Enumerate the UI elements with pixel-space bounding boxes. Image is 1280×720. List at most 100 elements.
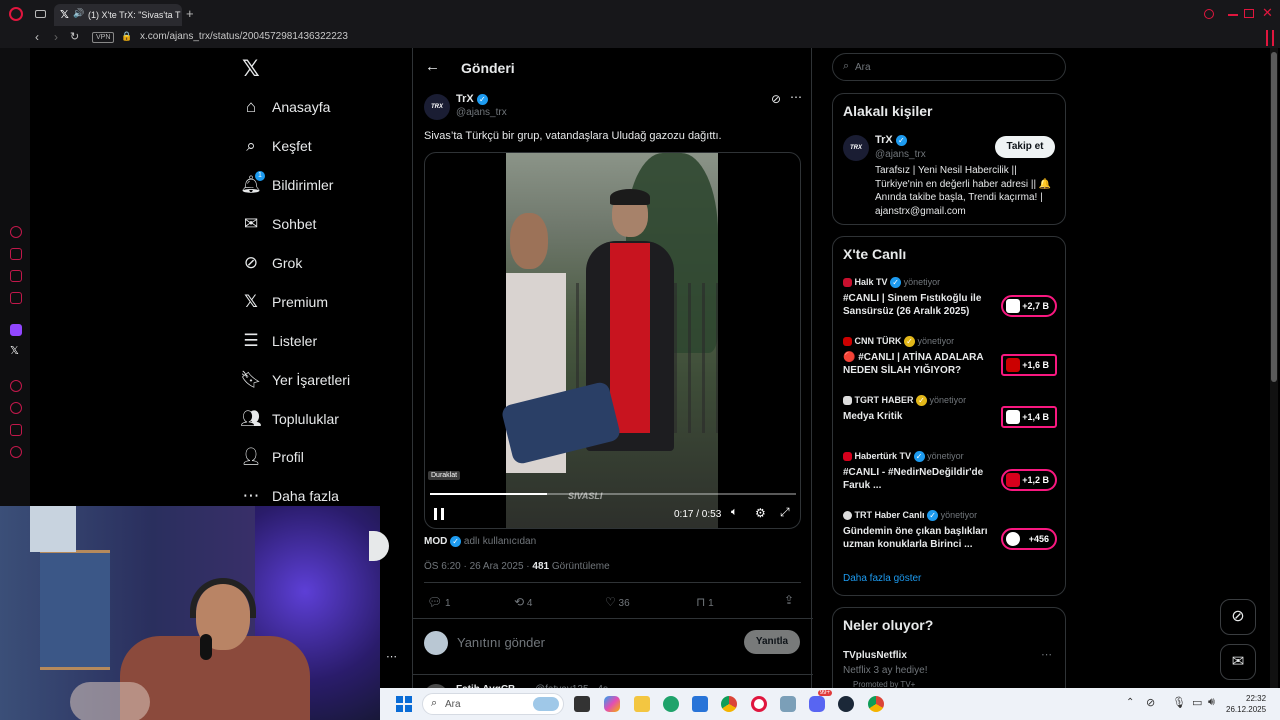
- player-icon[interactable]: [10, 380, 22, 392]
- history-icon[interactable]: [10, 402, 22, 414]
- search-tabs-icon[interactable]: [1204, 9, 1214, 19]
- new-tab-button[interactable]: +: [186, 6, 194, 21]
- aria-icon[interactable]: [10, 226, 22, 238]
- tray-volume-icon[interactable]: 🔊︎: [1208, 696, 1215, 709]
- gmail-icon[interactable]: [10, 292, 22, 304]
- back-icon[interactable]: ‹: [35, 30, 39, 44]
- trend-name[interactable]: TVplusNetflix: [843, 650, 907, 661]
- author-name[interactable]: TrX ✓: [456, 93, 488, 105]
- reply-button[interactable]: Yanıtla: [744, 630, 800, 654]
- start-windows-icon[interactable]: [396, 696, 412, 712]
- twitch-icon[interactable]: [10, 324, 22, 336]
- live-item[interactable]: TRT Haber Canlı ✓ yönetiyor Gündemin öne…: [843, 510, 1057, 551]
- live-item[interactable]: TGRT HABER ✓ yönetiyor Medya Kritik +1,4…: [843, 395, 1057, 428]
- repost-action[interactable]: ⟲ 4: [514, 595, 532, 609]
- share-icon[interactable]: ⇪: [784, 593, 794, 607]
- follow-button[interactable]: Takip et: [995, 136, 1055, 158]
- post-more-icon[interactable]: ⋯: [790, 90, 802, 104]
- instagram-icon[interactable]: [10, 270, 22, 282]
- video-settings-icon[interactable]: ⚙: [755, 506, 766, 520]
- file-explorer-icon[interactable]: [634, 696, 650, 712]
- related-avatar[interactable]: TRX: [843, 135, 869, 161]
- nav-explore[interactable]: ⌕ Keşfet: [240, 131, 311, 161]
- nav-grok[interactable]: ⊘ Grok: [240, 248, 302, 278]
- tray-chevron-icon[interactable]: ⌃: [1126, 697, 1134, 708]
- nav-profile[interactable]: 👤︎ Profil: [240, 442, 304, 472]
- reply-avatar: [424, 631, 448, 655]
- restore-icon[interactable]: [1244, 9, 1254, 18]
- overlay-circle-button[interactable]: [369, 531, 389, 561]
- tray-mic-icon[interactable]: 🎙︎: [1172, 696, 1186, 709]
- vpn-app-icon[interactable]: [780, 696, 796, 712]
- tray-date: 26.12.2025: [1226, 705, 1267, 714]
- sidebar-toggle-icon[interactable]: [1266, 30, 1274, 46]
- store-icon[interactable]: [692, 696, 708, 712]
- opera-logo-icon[interactable]: [9, 7, 23, 21]
- related-name[interactable]: TrX ✓: [875, 134, 907, 146]
- nav-premium[interactable]: 𝕏 Premium: [240, 287, 328, 317]
- overlay-more-icon[interactable]: ⋯: [386, 650, 397, 663]
- grok-fab[interactable]: ⊘: [1220, 599, 1256, 635]
- scrollbar-thumb[interactable]: [1271, 52, 1277, 382]
- edge-icon[interactable]: [663, 696, 679, 712]
- steam-icon[interactable]: [838, 696, 854, 712]
- nav-notifications[interactable]: 🔔︎ 1 Bildirimler: [240, 170, 333, 200]
- related-title: Alakalı kişiler: [843, 103, 933, 119]
- minimize-icon[interactable]: [1228, 14, 1238, 16]
- forward-icon[interactable]: ›: [54, 30, 58, 44]
- x-sidebar-icon[interactable]: 𝕏: [10, 344, 19, 357]
- nav-bookmarks[interactable]: 🔖︎ Yer İşaretleri: [240, 365, 350, 395]
- nav-home[interactable]: ⌂ Anasayfa: [240, 92, 331, 122]
- workspaces-icon[interactable]: [35, 10, 46, 18]
- video-time: 0:17 / 0:53: [674, 509, 722, 520]
- taskbar-search[interactable]: ⌕ Ara: [422, 693, 564, 715]
- discord-icon[interactable]: 99+: [809, 690, 832, 712]
- active-tab[interactable]: 𝕏 🔊 (1) X'te TrX: "Sivas'ta T: [54, 4, 182, 26]
- copilot-icon[interactable]: [604, 696, 620, 712]
- tab-audio-icon[interactable]: 🔊: [73, 8, 84, 19]
- video-source[interactable]: MOD ✓ adlı kullanıcıdan: [424, 536, 536, 547]
- messages-fab[interactable]: ✉: [1220, 644, 1256, 680]
- vpn-badge[interactable]: VPN: [92, 32, 115, 43]
- url-field[interactable]: x.com/ajans_trx/status/20045729814363222…: [140, 31, 348, 42]
- grok-explain-icon[interactable]: ⊘: [771, 92, 781, 106]
- settings-icon[interactable]: [10, 446, 22, 458]
- video-progress-track[interactable]: [430, 493, 796, 495]
- tray-monitor-icon[interactable]: ▭: [1192, 696, 1202, 709]
- trend-more-icon[interactable]: ⋯: [1041, 648, 1052, 661]
- pinboard-icon[interactable]: [10, 424, 22, 436]
- related-handle[interactable]: @ajans_trx: [875, 149, 926, 160]
- pause-icon[interactable]: [434, 508, 444, 520]
- task-view-icon[interactable]: [574, 696, 590, 712]
- reload-icon[interactable]: ↻: [70, 30, 79, 43]
- x-logo-icon[interactable]: 𝕏: [242, 56, 260, 82]
- chrome-icon[interactable]: [721, 696, 737, 712]
- tray-clock[interactable]: 22:32 26.12.2025: [1226, 693, 1266, 715]
- live-item[interactable]: Habertürk TV ✓ yönetiyor #CANLI - #Nedir…: [843, 451, 1057, 492]
- lock-icon[interactable]: 🔒: [121, 31, 132, 42]
- volume-icon[interactable]: 🔈︎: [731, 506, 738, 519]
- chrome-profile-icon[interactable]: [868, 696, 884, 712]
- live-item[interactable]: CNN TÜRK ✓ yönetiyor 🔴 #CANLI | ATİNA AD…: [843, 336, 1057, 377]
- like-action[interactable]: ♡ 36: [605, 595, 630, 609]
- video-player[interactable]: SIVASLI Duraklat 0:17 / 0:53 🔈︎ ⚙ ⤢: [424, 152, 801, 529]
- taskbar-search-label: Ara: [445, 699, 461, 710]
- show-more-link[interactable]: Daha fazla göster: [843, 573, 921, 584]
- page-scrollbar[interactable]: [1270, 48, 1278, 688]
- nav-lists[interactable]: ☰ Listeler: [240, 326, 317, 356]
- back-arrow-icon[interactable]: ←: [425, 58, 440, 75]
- live-item[interactable]: Halk TV ✓ yönetiyor #CANLI | Sinem Fıstı…: [843, 277, 1057, 318]
- nav-communities[interactable]: 👥︎ Topluluklar: [240, 404, 339, 434]
- search-box[interactable]: ⌕ Ara: [832, 53, 1066, 81]
- nav-messages[interactable]: ✉ Sohbet: [240, 209, 317, 239]
- fullscreen-icon[interactable]: ⤢: [780, 505, 790, 520]
- opera-icon[interactable]: [751, 696, 767, 712]
- messenger-icon[interactable]: [10, 248, 22, 260]
- reply-action[interactable]: 💬︎ 1: [427, 595, 451, 609]
- bookmark-action[interactable]: ⊓ 1: [696, 595, 714, 609]
- reply-input[interactable]: Yanıtını gönder: [457, 635, 545, 650]
- author-avatar[interactable]: TRX: [424, 94, 450, 120]
- close-window-icon[interactable]: ✕: [1262, 5, 1273, 21]
- author-handle[interactable]: @ajans_trx: [456, 107, 507, 118]
- tray-network-icon[interactable]: ⊘: [1146, 696, 1155, 709]
